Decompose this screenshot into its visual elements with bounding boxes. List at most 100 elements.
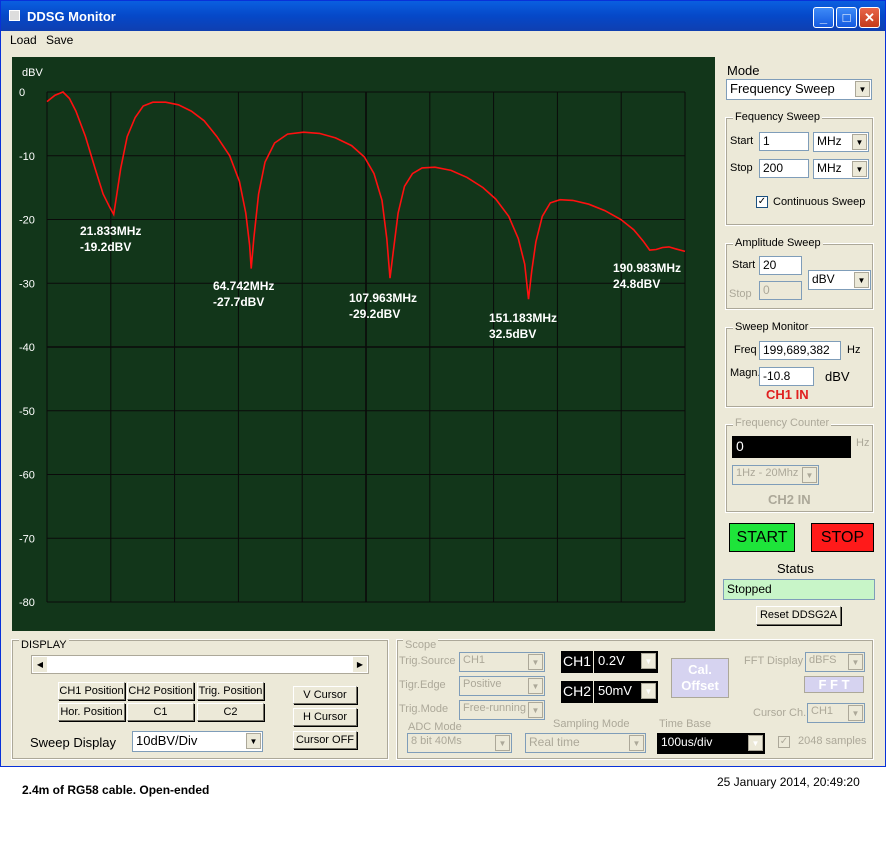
close-button[interactable]: ✕ <box>859 7 880 28</box>
marker-freq-label: 107.963MHz <box>349 291 417 305</box>
v-cursor-button[interactable]: V Cursor <box>293 686 357 704</box>
amp-sweep-title: Amplitude Sweep <box>733 237 823 249</box>
window-title: DDSG Monitor <box>27 9 116 24</box>
timestamp: 25 January 2014, 20:49:20 <box>717 775 860 789</box>
marker-level-label: -29.2dBV <box>349 307 400 321</box>
marker-freq-label: 64.742MHz <box>213 279 274 293</box>
sweep-display-select[interactable]: 10dBV/Div ▼ <box>132 731 263 752</box>
chevron-down-icon: ▼ <box>848 705 863 721</box>
amp-unit-value: dBV <box>812 272 835 286</box>
trig-mode-value: Free-running <box>463 702 526 714</box>
cursor-ch-value: CH1 <box>811 705 834 717</box>
trig-edge-value: Positive <box>463 678 502 690</box>
monitor-freq-value: 199,689,382 <box>759 341 841 360</box>
freq-stop-label: Stop <box>730 162 753 174</box>
ch1-position-button[interactable]: CH1 Position <box>58 682 125 700</box>
menu-bar: Load Save <box>1 31 885 49</box>
y-unit-label: dBV <box>22 67 43 79</box>
cal-offset-button[interactable]: Cal. Offset <box>671 658 729 698</box>
minimize-button[interactable]: _ <box>813 7 834 28</box>
fft-display-label: FFT Display <box>744 655 804 667</box>
monitor-freq-label: Freq <box>734 344 757 356</box>
menu-save[interactable]: Save <box>46 33 73 47</box>
monitor-magn-unit: dBV <box>825 369 850 384</box>
scope-title: Scope <box>403 639 439 651</box>
freq-start-unit-select[interactable]: MHz ▼ <box>813 132 869 152</box>
menu-load[interactable]: Load <box>10 33 37 47</box>
freq-sweep-title: Fequency Sweep <box>733 111 822 123</box>
adc-mode-select[interactable]: 8 bit 40Ms ▼ <box>407 733 512 753</box>
freq-stop-unit-select[interactable]: MHz ▼ <box>813 159 869 179</box>
time-base-value: 100us/div <box>661 735 713 749</box>
ch1-volts-select[interactable]: 0.2V ▼ <box>594 651 658 673</box>
amp-unit-select[interactable]: dBV ▼ <box>808 270 871 290</box>
marker-level-label: -19.2dBV <box>80 240 131 254</box>
trig-mode-label: Trig.Mode <box>399 703 449 715</box>
hor-position-button[interactable]: Hor. Position <box>58 703 125 721</box>
monitor-freq-unit: Hz <box>847 344 861 356</box>
stop-button[interactable]: STOP <box>811 523 874 552</box>
freq-counter-range-select[interactable]: 1Hz - 20Mhz ▼ <box>732 465 819 485</box>
freq-start-input[interactable]: 1 <box>759 132 809 151</box>
freq-stop-input[interactable]: 200 <box>759 159 809 178</box>
title-bar[interactable]: DDSG Monitor _ □ ✕ <box>1 1 885 31</box>
ch1-volts-value: 0.2V <box>598 653 625 668</box>
trig-edge-label: Tigr.Edge <box>399 679 446 691</box>
c1-button[interactable]: C1 <box>127 703 194 721</box>
scroll-left-icon[interactable]: ◀ <box>33 657 47 672</box>
trig-source-select[interactable]: CH1 ▼ <box>459 652 545 672</box>
chevron-down-icon: ▼ <box>495 735 510 751</box>
marker-level-label: 32.5dBV <box>489 327 536 341</box>
ch2-position-button[interactable]: CH2 Position <box>127 682 194 700</box>
mode-select[interactable]: Frequency Sweep ▼ <box>726 79 872 100</box>
y-tick-label: -20 <box>19 215 35 227</box>
amp-stop-input[interactable]: 0 <box>759 281 802 300</box>
y-tick-label: -80 <box>19 597 35 609</box>
cursor-off-button[interactable]: Cursor OFF <box>293 731 357 749</box>
time-base-select[interactable]: 100us/div ▼ <box>657 733 765 754</box>
freq-stop-unit-value: MHz <box>817 161 842 175</box>
chevron-down-icon: ▼ <box>848 654 863 670</box>
display-title: DISPLAY <box>19 639 69 651</box>
fft-button[interactable]: F F T <box>804 676 864 693</box>
marker-freq-label: 151.183MHz <box>489 311 557 325</box>
status-label: Status <box>777 561 814 576</box>
cursor-ch-select[interactable]: CH1 ▼ <box>807 703 865 723</box>
sweep-display-value: 10dBV/Div <box>136 733 198 748</box>
display-scrollbar[interactable]: ◀ ▶ <box>31 655 369 674</box>
trig-source-value: CH1 <box>463 654 486 666</box>
plot-canvas: 0 -10 -20 -30 -40 -50 -60 -70 -80 dBV 21.833MHz -19… <box>19 67 686 609</box>
reset-button[interactable]: Reset DDSG2A <box>756 606 841 625</box>
start-button[interactable]: START <box>729 523 795 552</box>
c2-button[interactable]: C2 <box>197 703 264 721</box>
sampling-mode-label: Sampling Mode <box>553 718 630 730</box>
chevron-down-icon: ▼ <box>528 678 543 694</box>
ch2-label-box: CH2 <box>561 681 593 703</box>
amp-stop-label: Stop <box>729 288 752 300</box>
marker-level-label: -27.7dBV <box>213 295 264 309</box>
y-tick-label: -40 <box>19 342 35 354</box>
trig-edge-select[interactable]: Positive ▼ <box>459 676 545 696</box>
maximize-button[interactable]: □ <box>836 7 857 28</box>
marker-freq-label: 21.833MHz <box>80 224 141 238</box>
freq-start-unit-value: MHz <box>817 134 842 148</box>
chevron-down-icon: ▼ <box>629 735 644 751</box>
ch2-volts-select[interactable]: 50mV ▼ <box>594 681 658 703</box>
y-tick-label: -50 <box>19 406 35 418</box>
samples-checkbox[interactable]: ✓ <box>778 736 790 748</box>
amp-start-input[interactable]: 20 <box>759 256 802 275</box>
y-tick-label: -10 <box>19 151 35 163</box>
ch1-label-box: CH1 <box>561 651 593 673</box>
trig-mode-select[interactable]: Free-running ▼ <box>459 700 545 720</box>
h-cursor-button[interactable]: H Cursor <box>293 708 357 726</box>
continuous-sweep-checkbox[interactable]: ✓ <box>756 196 768 208</box>
sampling-mode-select[interactable]: Real time ▼ <box>525 733 646 753</box>
scroll-right-icon[interactable]: ▶ <box>353 657 367 672</box>
fft-display-select[interactable]: dBFS ▼ <box>805 652 865 672</box>
sampling-mode-value: Real time <box>529 735 580 749</box>
app-icon <box>9 10 20 21</box>
trig-position-button[interactable]: Trig. Position <box>197 682 264 700</box>
y-tick-label: -60 <box>19 470 35 482</box>
adc-mode-label: ADC Mode <box>408 721 462 733</box>
freq-counter-channel: CH2 IN <box>768 492 811 507</box>
